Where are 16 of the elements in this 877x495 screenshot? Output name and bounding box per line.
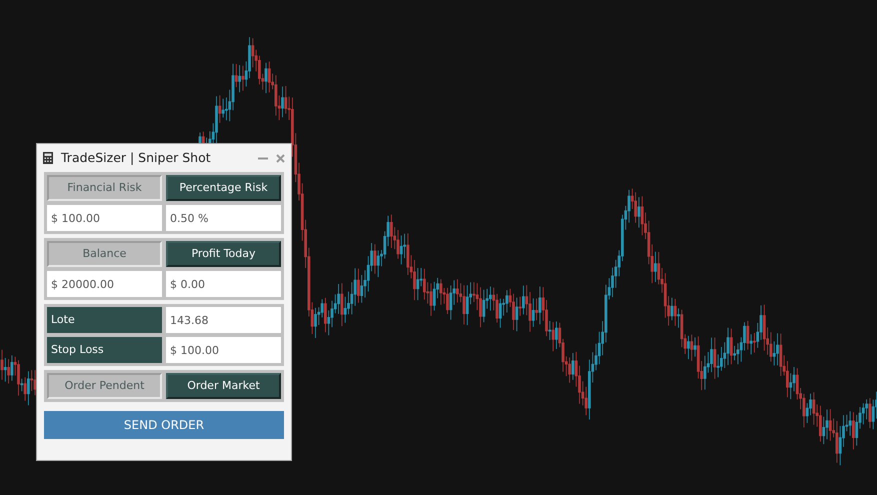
send-order-button[interactable]: SEND ORDER (44, 411, 284, 439)
field-label: Lote (47, 307, 162, 333)
toggle-button[interactable]: Profit Today (166, 241, 281, 267)
toggle-button[interactable]: Order Pendent (47, 373, 162, 399)
input-field[interactable]: 143.68 (166, 307, 281, 333)
input-field[interactable]: $ 100.00 (166, 337, 281, 363)
toggle-button[interactable]: Percentage Risk (166, 175, 281, 201)
window-title: TradeSizer | Sniper Shot (61, 148, 212, 167)
field-label: Stop Loss (47, 337, 162, 363)
input-field[interactable]: $ 20000.00 (47, 271, 162, 297)
toggle-button[interactable]: Financial Risk (47, 175, 162, 201)
input-field[interactable]: $ 100.00 (47, 205, 162, 231)
toggle-button[interactable]: Balance (47, 241, 162, 267)
toggle-button[interactable]: Order Market (166, 373, 281, 399)
input-field[interactable]: $ 0.00 (166, 271, 281, 297)
input-field[interactable]: 0.50 % (166, 205, 281, 231)
